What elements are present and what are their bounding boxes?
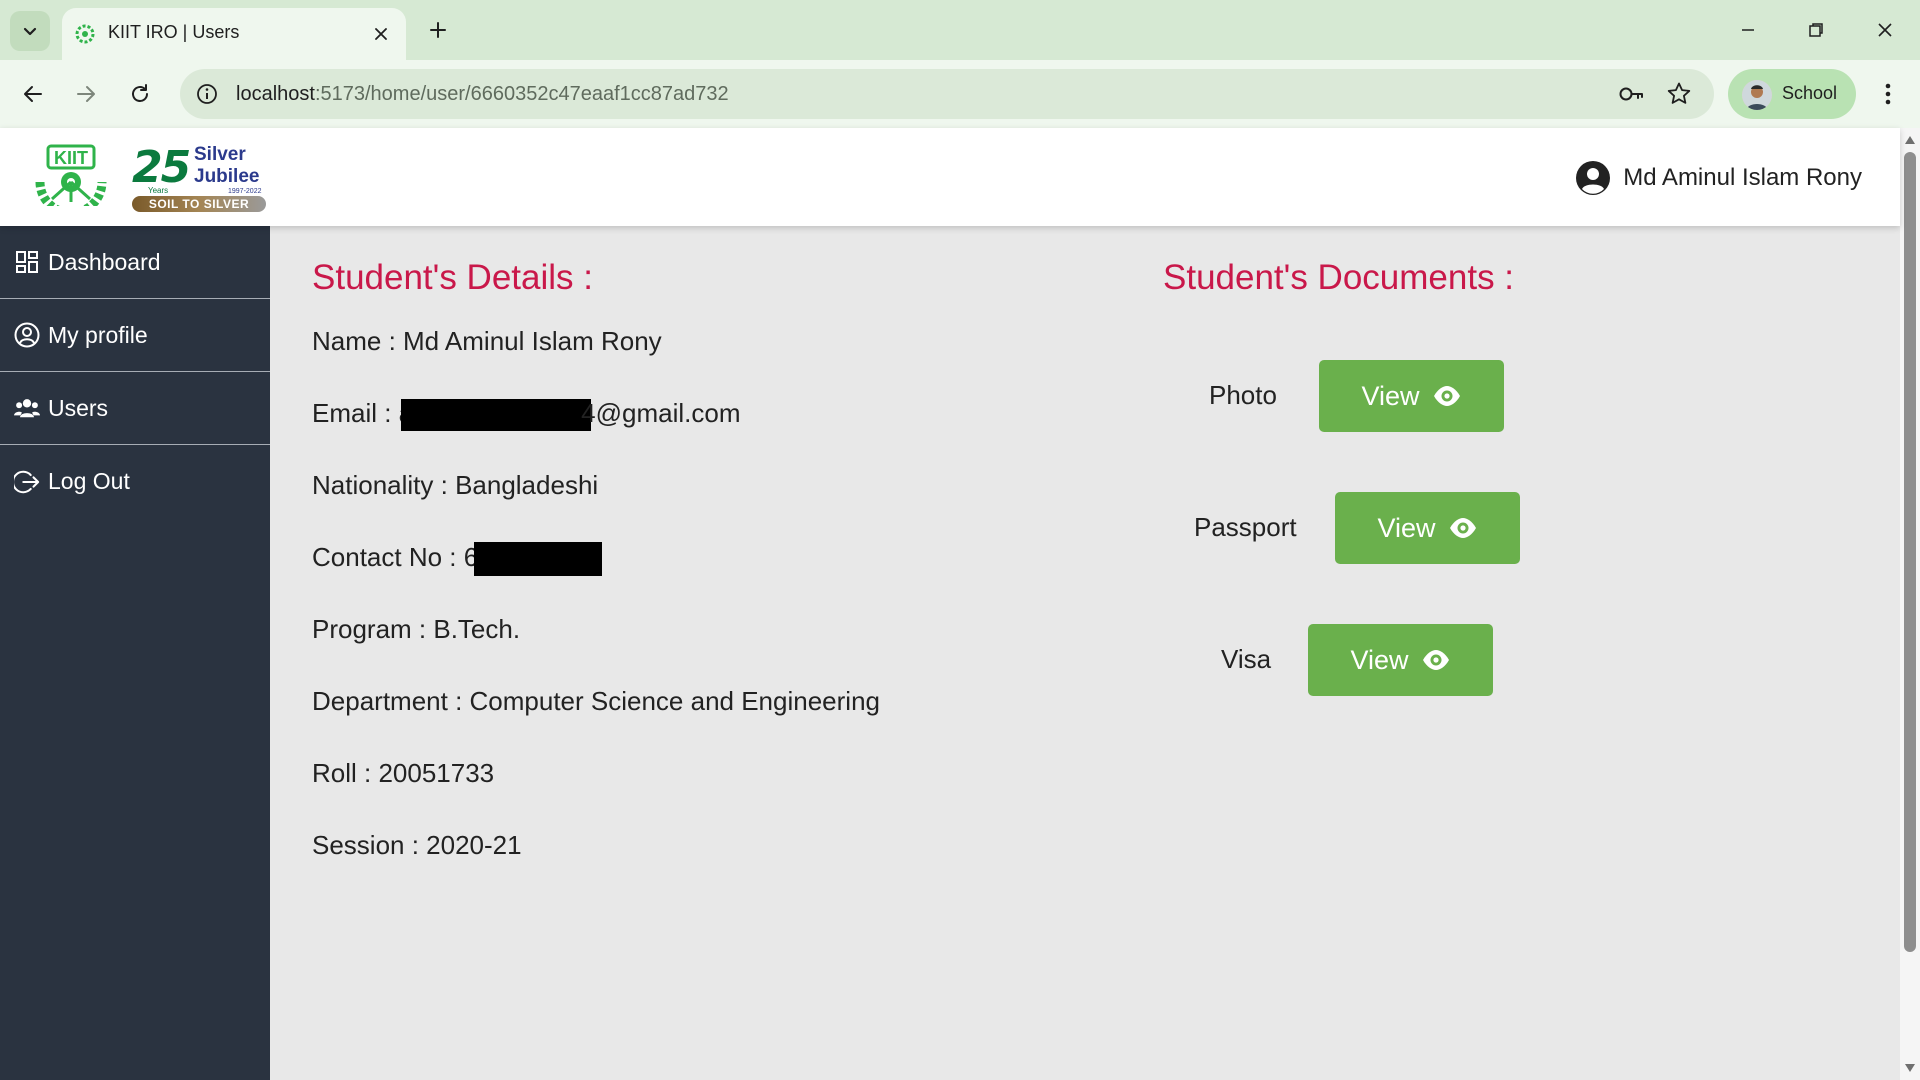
reload-button[interactable] — [120, 74, 160, 114]
window-close-button[interactable] — [1863, 10, 1907, 50]
contact-prefix: Contact No : 6 — [312, 542, 479, 572]
sidebar-item-label: Log Out — [48, 468, 130, 494]
email-suffix: 4@gmail.com — [581, 398, 741, 428]
detail-contact: Contact No : 6 — [312, 542, 603, 577]
view-visa-button[interactable]: View — [1308, 624, 1493, 696]
sidebar-item-users[interactable]: Users — [0, 372, 270, 445]
detail-department: Department : Computer Science and Engine… — [312, 686, 880, 716]
scrollbar-thumb[interactable] — [1904, 152, 1916, 952]
redaction-block — [474, 542, 603, 577]
user-circle-icon — [1576, 161, 1611, 195]
view-button-label: View — [1350, 644, 1409, 675]
jubilee-banner: SOIL TO SILVER — [132, 196, 266, 212]
document-label-photo: Photo — [1209, 380, 1277, 410]
dashboard-icon — [14, 249, 40, 275]
redaction-block — [401, 399, 592, 432]
user-circle-icon — [14, 322, 40, 348]
password-key-button[interactable] — [1616, 79, 1646, 109]
browser-menu-button[interactable] — [1868, 74, 1908, 114]
triangle-up-icon — [1905, 136, 1915, 144]
main-content: Student's Details : Name : Md Aminul Isl… — [270, 226, 1900, 1080]
jubilee-range: 1997-2022 — [228, 188, 262, 195]
address-bar[interactable]: localhost:5173/home/user/6660352c47eaaf1… — [180, 69, 1714, 119]
arrow-right-icon — [77, 86, 95, 102]
view-button-label: View — [1377, 512, 1436, 543]
detail-name: Name : Md Aminul Islam Rony — [312, 326, 662, 356]
close-icon — [375, 28, 387, 40]
document-label-passport: Passport — [1194, 512, 1297, 542]
silver-jubilee-logo: 25 Years Silver Jubilee 1997-2022 SOIL T… — [130, 142, 268, 212]
site-info-button[interactable] — [194, 81, 220, 107]
bookmark-button[interactable] — [1664, 79, 1694, 109]
email-prefix: Email : a — [312, 398, 414, 428]
eye-icon — [1422, 650, 1449, 670]
back-button[interactable] — [13, 74, 53, 114]
document-label-visa: Visa — [1221, 644, 1272, 674]
url-path: :5173/home/user/6660352c47eaaf1cc87ad732 — [314, 83, 729, 105]
detail-roll: Roll : 20051733 — [312, 758, 495, 788]
eye-icon — [1449, 518, 1476, 538]
info-icon — [197, 84, 217, 104]
restore-icon — [1809, 23, 1823, 37]
header-user-name: Md Aminul Islam Rony — [1623, 164, 1862, 191]
minimize-button[interactable] — [1726, 10, 1770, 50]
sidebar-item-label: Dashboard — [48, 248, 161, 275]
jubilee-line1: Silver — [194, 144, 246, 165]
view-passport-button[interactable]: View — [1335, 492, 1520, 564]
view-photo-button[interactable]: View — [1319, 360, 1504, 432]
header-user[interactable]: Md Aminul Islam Rony — [1575, 160, 1862, 196]
key-icon — [1619, 87, 1643, 101]
detail-email: Email : a 4@gmail.com — [312, 398, 741, 432]
scroll-up-button[interactable] — [1904, 134, 1916, 146]
browser-tab-active[interactable]: KIIT IRO | Users — [62, 8, 406, 60]
arrow-left-icon — [24, 86, 42, 102]
kiit-favicon-icon — [75, 24, 95, 44]
avatar — [1742, 80, 1772, 110]
sidebar-item-log-out[interactable]: Log Out — [0, 445, 270, 518]
jubilee-line2: Jubilee — [194, 166, 260, 187]
eye-icon — [1433, 386, 1460, 406]
svg-text:KIIT: KIIT — [54, 148, 88, 168]
url-host: localhost — [236, 83, 315, 105]
page-scrollbar[interactable] — [1900, 128, 1920, 1080]
profile-button[interactable]: School — [1728, 69, 1856, 119]
browser-toolbar: localhost:5173/home/user/6660352c47eaaf1… — [0, 60, 1920, 128]
more-vertical-icon — [1885, 83, 1891, 105]
app-header: KIIT 25 Years Silver Jubilee 1997-2022 S… — [0, 128, 1900, 226]
profile-label: School — [1782, 83, 1838, 103]
plus-icon — [430, 22, 446, 38]
sidebar-item-label: Users — [48, 394, 109, 421]
tab-close-button[interactable] — [368, 21, 394, 47]
users-icon — [14, 395, 40, 421]
page: KIIT 25 Years Silver Jubilee 1997-2022 S… — [0, 128, 1900, 1080]
chevron-down-icon — [23, 27, 37, 36]
tab-title: KIIT IRO | Users — [108, 22, 240, 42]
jubilee-years: Years — [148, 186, 169, 195]
triangle-down-icon — [1905, 1064, 1915, 1072]
new-tab-button[interactable] — [422, 14, 454, 46]
forward-button[interactable] — [66, 74, 106, 114]
star-icon — [1667, 82, 1691, 104]
sidebar: Dashboard My profile Users Log Out — [0, 226, 270, 1080]
details-title: Student's Details : — [312, 258, 593, 297]
kiit-logo: KIIT — [35, 144, 107, 206]
detail-session: Session : 2020-21 — [312, 830, 522, 860]
browser-tabbar: KIIT IRO | Users — [0, 0, 1920, 60]
close-icon — [1878, 23, 1892, 37]
detail-nationality: Nationality : Bangladeshi — [312, 470, 599, 500]
sidebar-item-my-profile[interactable]: My profile — [0, 299, 270, 372]
logout-icon — [14, 469, 40, 495]
tab-search-button[interactable] — [10, 11, 50, 51]
minimize-icon — [1742, 29, 1754, 31]
view-button-label: View — [1361, 380, 1420, 411]
url-text: localhost:5173/home/user/6660352c47eaaf1… — [236, 83, 729, 106]
detail-program: Program : B.Tech. — [312, 614, 521, 644]
sidebar-item-label: My profile — [48, 321, 148, 348]
sidebar-item-dashboard[interactable]: Dashboard — [0, 226, 270, 299]
documents-title: Student's Documents : — [1163, 258, 1515, 297]
restore-button[interactable] — [1794, 10, 1838, 50]
reload-icon — [132, 84, 148, 102]
scroll-down-button[interactable] — [1904, 1062, 1916, 1074]
